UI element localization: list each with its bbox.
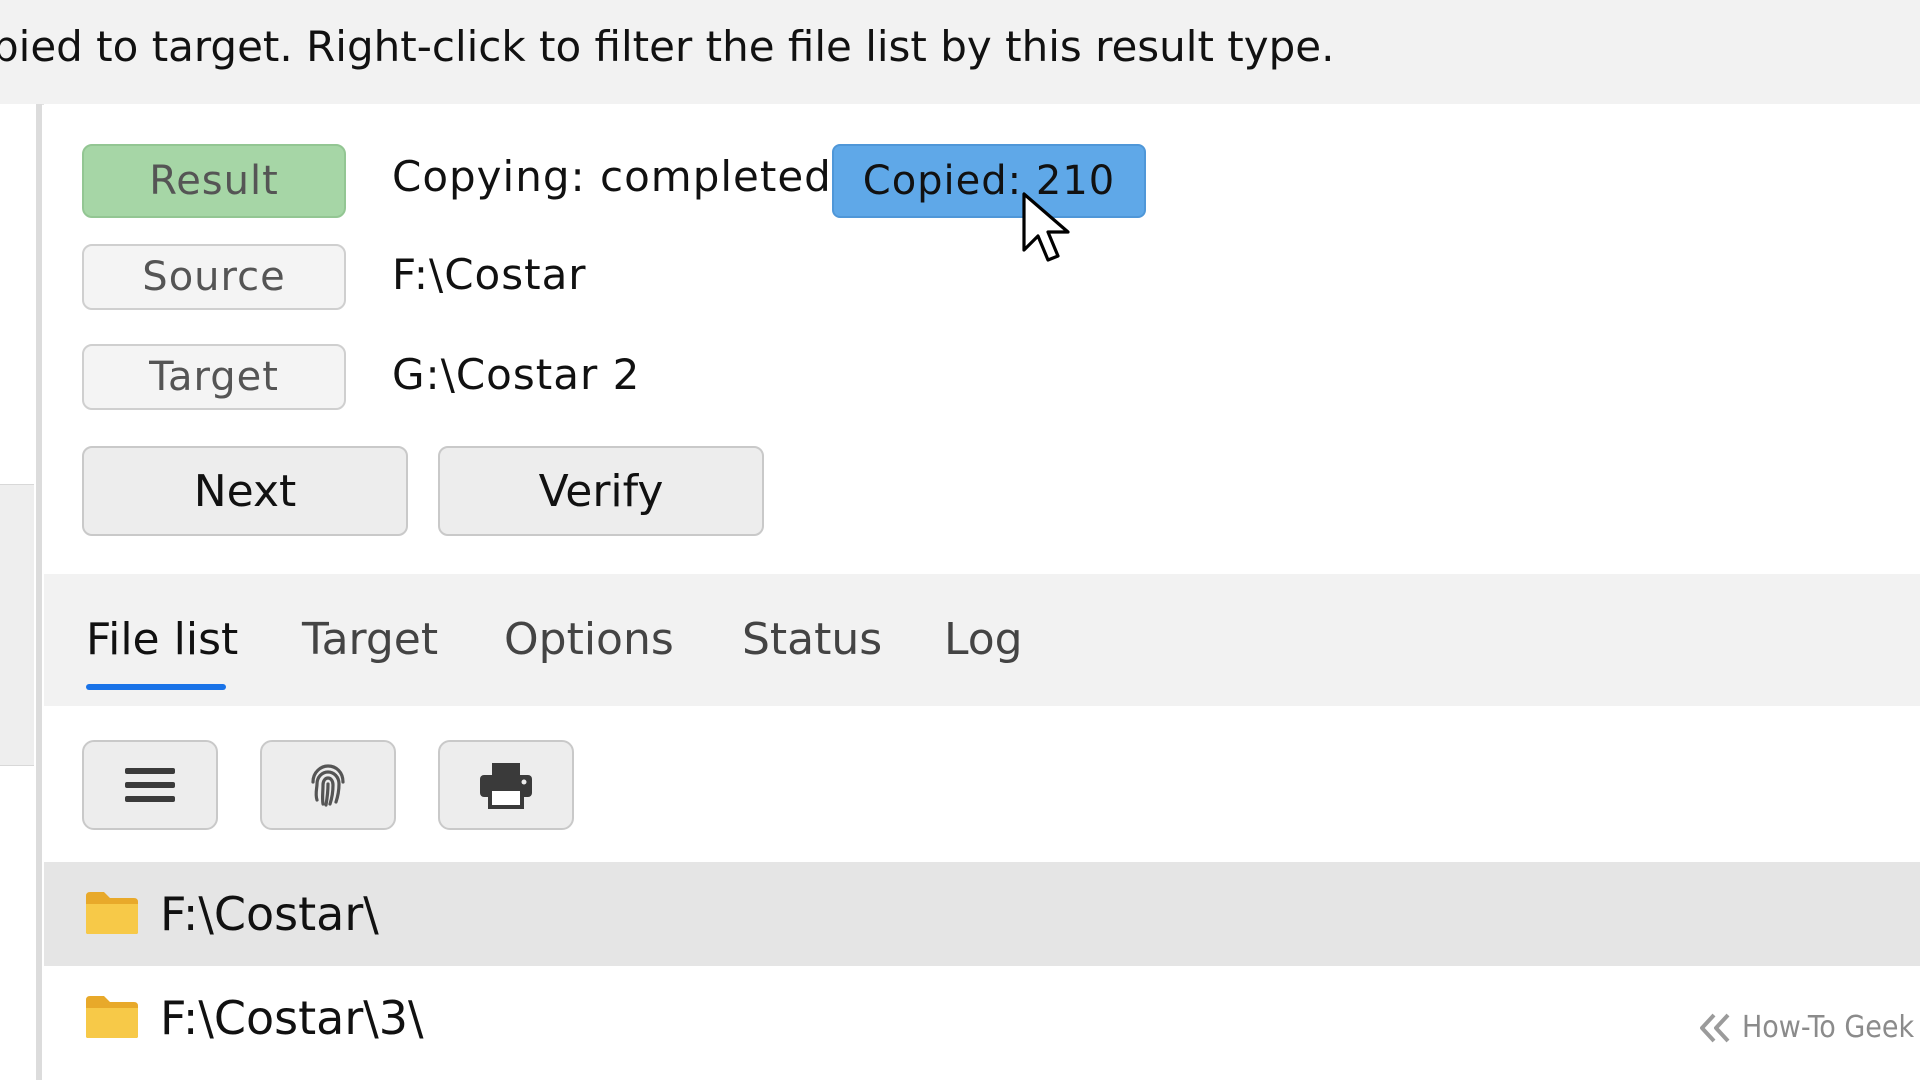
file-path: F:\Costar\ <box>160 887 379 941</box>
target-label: Target <box>82 344 346 410</box>
tooltip-text: pied to target. Right-click to filter th… <box>0 22 1335 71</box>
fingerprint-icon <box>311 764 345 807</box>
menu-button[interactable] <box>82 740 218 830</box>
mouse-cursor-icon <box>1022 192 1070 262</box>
printer-icon <box>480 763 532 809</box>
verify-button[interactable]: Verify <box>438 446 764 536</box>
tab-status[interactable]: Status <box>742 614 882 665</box>
left-panel-selection <box>0 484 34 766</box>
fingerprint-button[interactable] <box>260 740 396 830</box>
tab-file-list[interactable]: File list <box>86 614 238 665</box>
copied-count-button[interactable]: Copied: 210 <box>832 144 1146 218</box>
result-value: Copying: completed <box>392 152 832 201</box>
howtogeek-logo-icon <box>1700 1013 1730 1042</box>
panel-splitter[interactable] <box>36 104 42 1080</box>
next-button[interactable]: Next <box>82 446 408 536</box>
left-panel <box>0 104 36 1080</box>
print-button[interactable] <box>438 740 574 830</box>
tab-strip: File list Target Options Status Log <box>44 574 1920 706</box>
file-list-row[interactable]: F:\Costar\3\ <box>44 966 1920 1070</box>
folder-icon <box>86 892 138 934</box>
folder-icon <box>86 996 138 1038</box>
active-tab-indicator <box>86 684 226 690</box>
target-path: G:\Costar 2 <box>392 350 641 399</box>
tab-options[interactable]: Options <box>504 614 674 665</box>
file-path: F:\Costar\3\ <box>160 991 424 1045</box>
tab-target[interactable]: Target <box>302 614 438 665</box>
tooltip-bar: pied to target. Right-click to filter th… <box>0 0 1920 105</box>
source-path: F:\Costar <box>392 250 587 299</box>
file-list-row[interactable]: F:\Costar\ <box>44 862 1920 966</box>
watermark: How-To Geek <box>1696 1010 1914 1045</box>
watermark-text: How-To Geek <box>1742 1010 1915 1045</box>
result-badge[interactable]: Result <box>82 144 346 218</box>
menu-icon <box>125 768 175 802</box>
tab-log[interactable]: Log <box>944 614 1023 665</box>
source-label: Source <box>82 244 346 310</box>
